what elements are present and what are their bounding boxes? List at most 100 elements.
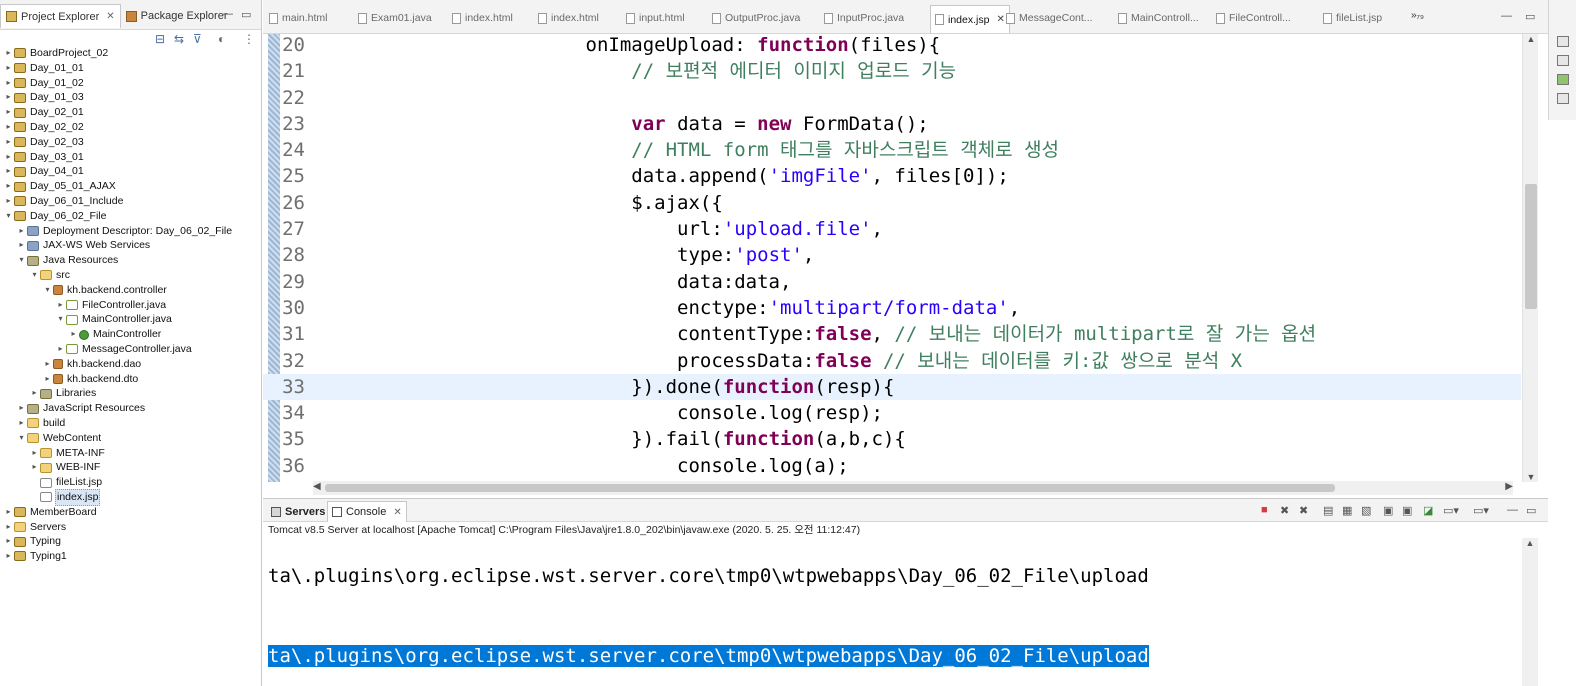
focus-icon[interactable]: ◐ <box>218 32 225 46</box>
scroll-up-icon[interactable]: ▲ <box>1523 34 1539 44</box>
tree-item[interactable]: ▸ META-INF <box>0 446 261 461</box>
tab-project-explorer[interactable]: Project Explorer ✕ <box>0 4 121 28</box>
tree-item[interactable]: ▸ Day_05_01_AJAX <box>0 179 261 194</box>
tree-item[interactable]: ▸ Day_03_01 <box>0 150 261 165</box>
code-line[interactable]: 28 type:'post', <box>263 242 1521 268</box>
code-line[interactable]: 34 console.log(resp); <box>263 400 1521 426</box>
tree-item[interactable]: ▾ WebContent <box>0 431 261 446</box>
code-line[interactable]: 29 data:data, <box>263 269 1521 295</box>
tree-item[interactable]: ▾ MainController.java <box>0 312 261 327</box>
tree-item[interactable]: ▸ Servers <box>0 520 261 535</box>
chevron-right-icon[interactable]: ▸ <box>4 164 13 179</box>
tree-item[interactable]: ▸ MainController <box>0 327 261 342</box>
tree-item[interactable]: ▸ Day_02_03 <box>0 135 261 150</box>
filter-icon[interactable]: ⊽ <box>193 32 202 46</box>
tree-item[interactable]: ▸ Day_01_02 <box>0 76 261 91</box>
scroll-lock-icon[interactable]: ▦ <box>1342 504 1352 517</box>
editor-tab[interactable]: MainControll... <box>1118 8 1199 28</box>
console-output-line-selected[interactable]: ta\.plugins\org.eclipse.wst.server.core\… <box>268 645 1149 667</box>
tree-item[interactable]: ▸ kh.backend.dao <box>0 357 261 372</box>
chevron-right-icon[interactable]: ▸ <box>4 150 13 165</box>
chevron-right-icon[interactable]: ▸ <box>43 357 52 372</box>
editor-tab[interactable]: fileList.jsp <box>1323 8 1382 28</box>
tree-item[interactable]: ▾ Day_06_02_File <box>0 209 261 224</box>
display-console-icon[interactable]: ▭▾ <box>1443 504 1459 517</box>
open-console-icon[interactable]: ▭▾ <box>1473 504 1489 517</box>
task-list-icon[interactable] <box>1556 55 1569 66</box>
more-tabs-indicator[interactable]: »₇₉ <box>1411 10 1424 21</box>
tree-item[interactable]: ▸ JAX-WS Web Services <box>0 238 261 253</box>
scroll-up-icon[interactable]: ▲ <box>1522 538 1538 548</box>
chevron-right-icon[interactable]: ▸ <box>4 90 13 105</box>
tree-item[interactable]: ▸ Day_02_02 <box>0 120 261 135</box>
code-line[interactable]: 26 $.ajax({ <box>263 190 1521 216</box>
chevron-right-icon[interactable]: ▸ <box>30 460 39 475</box>
tree-item[interactable]: ▸ FileController.java <box>0 298 261 313</box>
tree-item[interactable]: fileList.jsp <box>0 475 261 490</box>
editor-tab[interactable]: index.html <box>452 8 513 28</box>
code-line[interactable]: 31 contentType:false, // 보내는 데이터가 multip… <box>263 321 1521 347</box>
show-stdout-icon[interactable]: ▣ <box>1383 504 1393 517</box>
code-line[interactable]: 33 }).done(function(resp){ <box>263 373 1521 401</box>
chevron-right-icon[interactable]: ▸ <box>4 105 13 120</box>
terminate-icon[interactable]: ■ <box>1261 504 1268 516</box>
view-menu-icon[interactable]: ⋮ <box>243 32 255 46</box>
chevron-right-icon[interactable]: ▸ <box>4 194 13 209</box>
palette-icon[interactable] <box>1556 74 1569 85</box>
code-line[interactable]: 20 onImageUpload: function(files){ <box>263 32 1521 58</box>
editor-tab[interactable]: FileControll... <box>1216 8 1291 28</box>
code-line[interactable]: 23 var data = new FormData(); <box>263 111 1521 137</box>
tree-item[interactable]: ▾ src <box>0 268 261 283</box>
tree-item[interactable]: ▾ kh.backend.controller <box>0 283 261 298</box>
code-line[interactable]: 24 // HTML form 태그를 자바스크립트 객체로 생성 <box>263 137 1521 163</box>
word-wrap-icon[interactable]: ▧ <box>1361 504 1371 517</box>
console-minimize-icon[interactable]: — <box>1507 504 1518 516</box>
tree-item[interactable]: ▾ Java Resources <box>0 253 261 268</box>
scroll-down-icon[interactable]: ▼ <box>1523 472 1539 482</box>
code-area[interactable]: 20 onImageUpload: function(files){21 // … <box>263 32 1521 482</box>
chevron-right-icon[interactable]: ▸ <box>4 135 13 150</box>
tree-item[interactable]: ▸ Typing1 <box>0 549 261 564</box>
chevron-right-icon[interactable]: ▸ <box>17 401 26 416</box>
code-line[interactable]: 35 }).fail(function(a,b,c){ <box>263 426 1521 452</box>
code-line[interactable]: 22 <box>263 85 1521 111</box>
properties-icon[interactable] <box>1556 93 1569 104</box>
close-icon[interactable]: ✕ <box>996 14 1004 25</box>
chevron-right-icon[interactable]: ▸ <box>69 327 78 342</box>
console-maximize-icon[interactable]: ▭ <box>1526 504 1536 517</box>
outline-icon[interactable] <box>1556 36 1569 47</box>
clear-console-icon[interactable]: ▤ <box>1323 504 1333 517</box>
chevron-right-icon[interactable]: ▸ <box>4 76 13 91</box>
pin-console-icon[interactable]: ◪ <box>1423 504 1433 517</box>
console-vertical-scrollbar[interactable]: ▲ <box>1522 538 1538 686</box>
code-line[interactable]: 36 console.log(a); <box>263 453 1521 479</box>
tree-item[interactable]: ▸ build <box>0 416 261 431</box>
tree-item[interactable]: index.jsp <box>0 488 261 506</box>
code-line[interactable]: 27 url:'upload.file', <box>263 216 1521 242</box>
tree-item[interactable]: ▸ JavaScript Resources <box>0 401 261 416</box>
maximize-icon[interactable]: ▭ <box>241 8 251 21</box>
chevron-right-icon[interactable]: ▸ <box>30 446 39 461</box>
chevron-right-icon[interactable]: ▸ <box>4 505 13 520</box>
chevron-right-icon[interactable]: ▸ <box>4 120 13 135</box>
editor-tab[interactable]: input.html <box>626 8 685 28</box>
editor-tab[interactable]: index.html <box>538 8 599 28</box>
chevron-down-icon[interactable]: ▾ <box>43 283 52 298</box>
tree-item[interactable]: ▸ MemberBoard <box>0 505 261 520</box>
chevron-right-icon[interactable]: ▸ <box>56 298 65 313</box>
chevron-right-icon[interactable]: ▸ <box>4 61 13 76</box>
chevron-right-icon[interactable]: ▸ <box>17 416 26 431</box>
scroll-right-icon[interactable]: ▶ <box>1505 481 1513 492</box>
editor-tab[interactable]: main.html <box>269 8 328 28</box>
editor-tab[interactable]: index.jsp ✕ <box>930 5 1010 33</box>
show-stderr-icon[interactable]: ▣ <box>1402 504 1412 517</box>
chevron-down-icon[interactable]: ▾ <box>30 268 39 283</box>
chevron-down-icon[interactable]: ▾ <box>4 209 13 224</box>
chevron-right-icon[interactable]: ▸ <box>17 224 26 239</box>
chevron-right-icon[interactable]: ▸ <box>4 46 13 61</box>
collapse-all-icon[interactable]: ⊟ <box>155 32 165 46</box>
close-icon[interactable]: ✕ <box>393 507 401 518</box>
chevron-down-icon[interactable]: ▾ <box>17 431 26 446</box>
tree-item[interactable]: ▸ MessageController.java <box>0 342 261 357</box>
editor-horizontal-scrollbar[interactable]: ◀ ▶ <box>313 481 1513 495</box>
